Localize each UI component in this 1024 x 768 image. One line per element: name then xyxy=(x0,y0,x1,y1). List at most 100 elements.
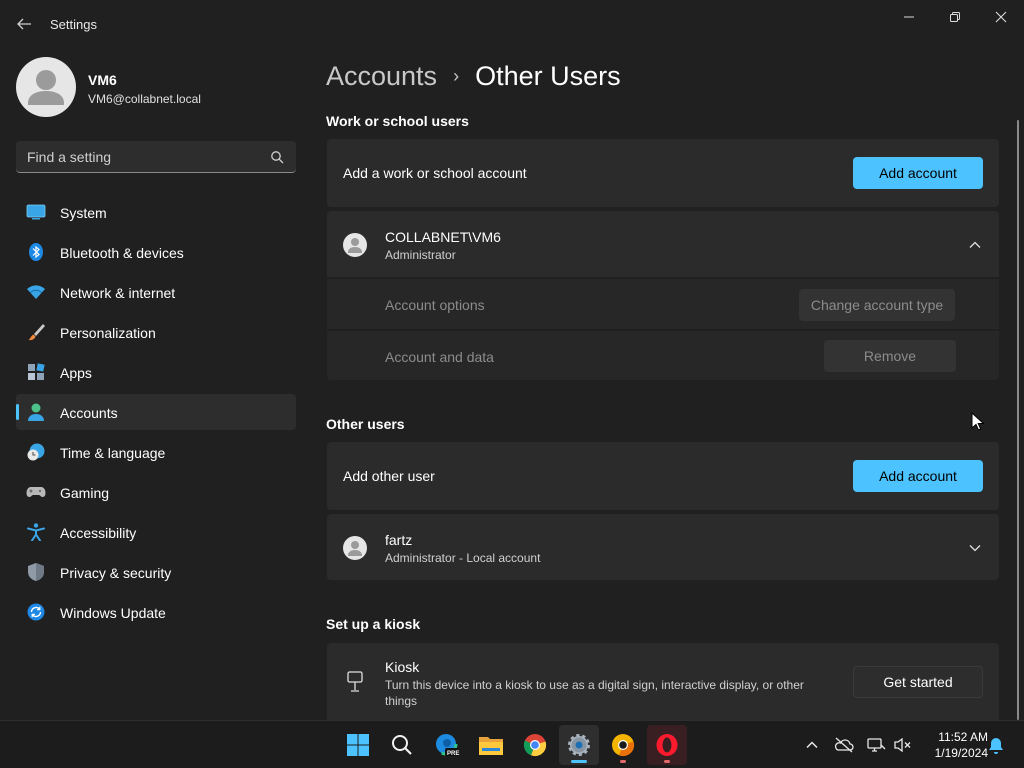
shield-icon xyxy=(28,563,44,581)
avatar[interactable] xyxy=(16,57,76,117)
search-box[interactable] xyxy=(16,141,296,173)
kiosk-card: Kiosk Turn this device into a kiosk to u… xyxy=(327,643,999,720)
accessibility-icon xyxy=(27,523,45,541)
user-avatar xyxy=(343,536,367,560)
back-button[interactable] xyxy=(12,12,36,36)
notification-bell-icon[interactable] xyxy=(986,736,1006,756)
sidebar-item-label: Accounts xyxy=(60,405,118,421)
add-other-user-label: Add other user xyxy=(343,468,435,484)
add-work-account-card: Add a work or school account Add account xyxy=(327,139,999,207)
clock-time: 11:52 AM xyxy=(938,730,988,744)
title-bar: Settings xyxy=(0,0,1024,48)
taskbar-opera[interactable] xyxy=(647,725,687,765)
change-account-type-button[interactable]: Change account type xyxy=(799,289,955,321)
sidebar-item-system[interactable]: System xyxy=(16,194,296,230)
globe-clock-icon xyxy=(27,443,45,461)
restore-button[interactable] xyxy=(932,4,978,30)
volume-muted-icon[interactable] xyxy=(892,735,912,755)
mouse-cursor-icon xyxy=(971,412,985,431)
section-heading-work-school: Work or school users xyxy=(326,113,469,129)
chrome-canary-icon xyxy=(612,734,635,757)
bluetooth-icon xyxy=(29,243,43,261)
sidebar-item-label: Personalization xyxy=(60,325,156,341)
settings-icon xyxy=(568,734,590,756)
close-icon xyxy=(995,11,1007,23)
active-app-indicator xyxy=(571,760,587,763)
controller-icon xyxy=(26,487,46,497)
sidebar-item-windows-update[interactable]: Windows Update xyxy=(16,594,296,630)
work-user-card[interactable]: COLLABNET\VM6 Administrator xyxy=(327,211,999,277)
other-user-card[interactable]: fartz Administrator - Local account xyxy=(327,514,999,580)
sidebar-item-label: Time & language xyxy=(60,445,166,461)
taskbar-clock[interactable]: 11:52 AM 1/19/2024 xyxy=(918,729,988,761)
search-icon[interactable] xyxy=(270,150,284,164)
network-icon[interactable] xyxy=(866,735,886,755)
breadcrumb: Accounts › Other Users xyxy=(326,58,621,94)
sidebar-item-personalization[interactable]: Personalization xyxy=(16,314,296,350)
breadcrumb-separator: › xyxy=(453,65,460,86)
app-title: Settings xyxy=(50,17,97,32)
wifi-icon xyxy=(27,285,45,299)
add-other-user-card: Add other user Add account xyxy=(327,442,999,510)
restore-icon xyxy=(950,12,960,22)
scrollbar[interactable] xyxy=(1017,120,1019,720)
user-role: Administrator xyxy=(385,248,456,262)
taskbar-settings[interactable] xyxy=(559,725,599,765)
sidebar-item-label: Privacy & security xyxy=(60,565,172,581)
account-data-label: Account and data xyxy=(385,349,494,365)
close-button[interactable] xyxy=(978,4,1024,30)
start-icon xyxy=(347,734,369,756)
start-button[interactable] xyxy=(338,725,378,765)
search-input[interactable] xyxy=(16,141,256,172)
taskbar-chrome[interactable] xyxy=(515,725,555,765)
sidebar-item-gaming[interactable]: Gaming xyxy=(16,474,296,510)
person-icon xyxy=(348,541,362,556)
taskbar-file-explorer[interactable] xyxy=(471,725,511,765)
user-avatar xyxy=(343,233,367,257)
sidebar-item-accessibility[interactable]: Accessibility xyxy=(16,514,296,550)
running-app-indicator xyxy=(620,760,626,763)
sidebar-item-network[interactable]: Network & internet xyxy=(16,274,296,310)
chevron-up-icon[interactable] xyxy=(802,735,822,755)
brush-icon xyxy=(28,324,45,341)
profile-email: VM6@collabnet.local xyxy=(88,92,201,106)
sidebar-item-label: Network & internet xyxy=(60,285,176,301)
sidebar-nav: System Bluetooth & devices Network & int… xyxy=(16,194,296,634)
chrome-icon xyxy=(523,734,547,757)
chevron-down-icon[interactable] xyxy=(967,540,983,556)
edge-beta-badge: PRE xyxy=(447,751,460,757)
minimize-button[interactable] xyxy=(886,4,932,30)
user-name: COLLABNET\VM6 xyxy=(385,229,501,245)
breadcrumb-parent-link[interactable]: Accounts xyxy=(326,61,437,92)
update-icon xyxy=(27,603,45,621)
sidebar-item-apps[interactable]: Apps xyxy=(16,354,296,390)
clock-date: 1/19/2024 xyxy=(934,746,988,760)
kiosk-get-started-button[interactable]: Get started xyxy=(853,666,983,698)
taskbar-edge-beta[interactable]: PRE xyxy=(427,725,467,765)
add-work-account-label: Add a work or school account xyxy=(343,165,527,181)
chevron-up-icon[interactable] xyxy=(967,237,983,253)
onedrive-offline-icon[interactable] xyxy=(834,735,854,755)
opera-icon xyxy=(656,734,678,756)
taskbar-chrome-canary[interactable] xyxy=(603,725,643,765)
kiosk-icon xyxy=(347,671,363,692)
running-app-indicator xyxy=(664,760,670,763)
kiosk-description: Turn this device into a kiosk to use as … xyxy=(385,678,804,708)
sidebar-item-time-language[interactable]: Time & language xyxy=(16,434,296,470)
user-role: Administrator - Local account xyxy=(385,551,541,565)
add-other-user-button[interactable]: Add account xyxy=(853,460,983,492)
sidebar-item-bluetooth[interactable]: Bluetooth & devices xyxy=(16,234,296,270)
taskbar-search-button[interactable] xyxy=(382,725,422,765)
sidebar-item-privacy[interactable]: Privacy & security xyxy=(16,554,296,590)
add-work-account-button[interactable]: Add account xyxy=(853,157,983,189)
section-heading-kiosk: Set up a kiosk xyxy=(326,616,421,632)
account-options-label: Account options xyxy=(385,297,485,313)
search-icon xyxy=(392,735,412,755)
sidebar-item-accounts[interactable]: Accounts xyxy=(16,394,296,430)
sidebar-item-label: Windows Update xyxy=(60,605,166,621)
sidebar-item-label: System xyxy=(60,205,107,221)
sidebar-item-label: Accessibility xyxy=(60,525,137,541)
taskbar: PRE 11:52 AM 1/19/2024 xyxy=(0,720,1024,768)
file-explorer-icon xyxy=(479,737,503,755)
remove-account-button[interactable]: Remove xyxy=(824,340,956,372)
